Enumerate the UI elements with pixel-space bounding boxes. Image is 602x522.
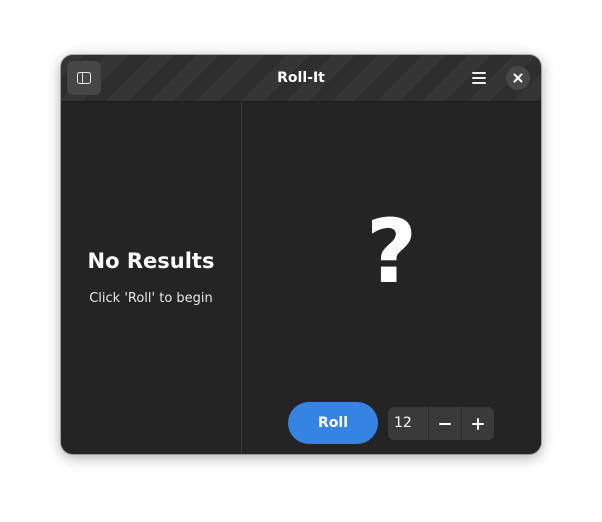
roll-button[interactable]: Roll [288,402,378,444]
plus-icon [472,417,484,430]
roll-result: ? [365,200,418,303]
empty-state-title: No Results [87,249,215,273]
empty-state-subtitle: Click 'Roll' to begin [89,291,213,306]
decrement-button[interactable] [428,407,461,440]
minus-icon [439,422,451,425]
header-bar: Roll-It [61,55,541,102]
close-button[interactable] [506,66,530,90]
history-sidebar: No Results Click 'Roll' to begin [61,102,242,454]
app-window: Roll-It No Results Click 'Roll' to begin… [61,55,541,454]
max-value-input[interactable]: 12 [388,407,428,440]
max-value-spinbutton[interactable]: 12 [388,407,494,440]
main-content: ? Roll 12 [242,102,541,454]
hamburger-menu-icon [472,72,486,84]
close-icon [513,73,523,83]
main-menu-button[interactable] [462,61,496,95]
increment-button[interactable] [461,407,494,440]
